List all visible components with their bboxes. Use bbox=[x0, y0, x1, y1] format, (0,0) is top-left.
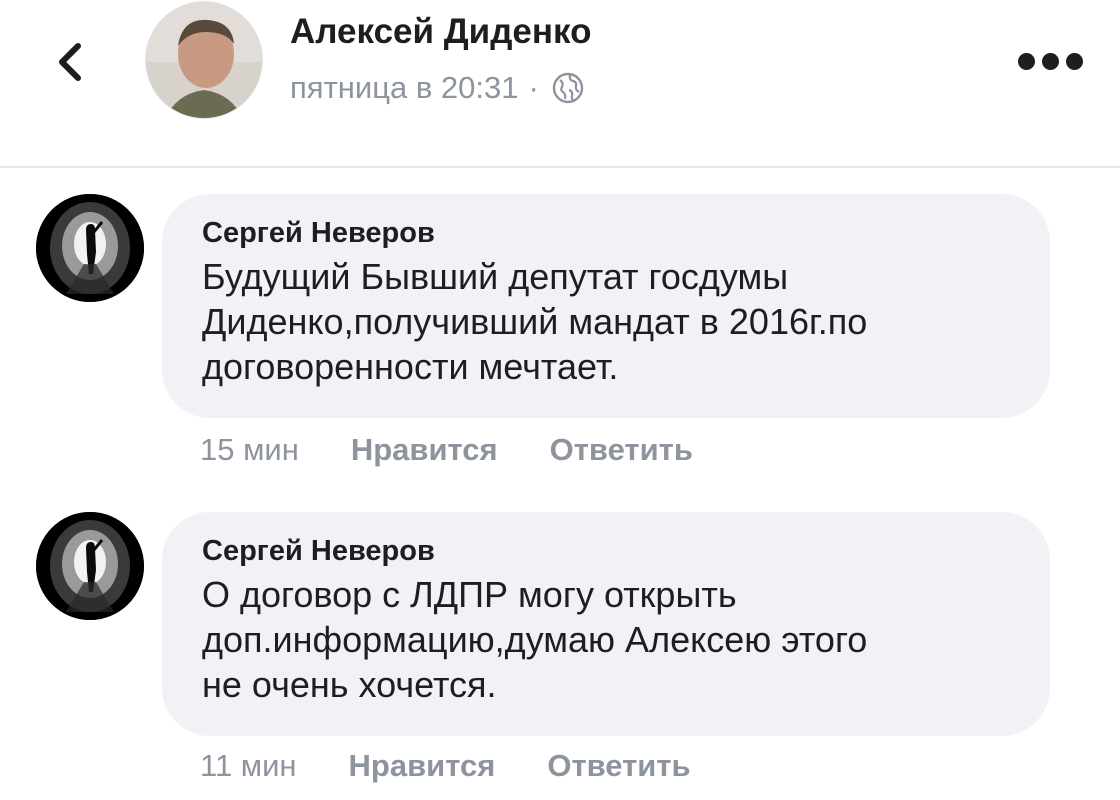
more-options-button[interactable] bbox=[1018, 48, 1088, 74]
more-dot bbox=[1042, 52, 1059, 70]
author-avatar[interactable] bbox=[146, 2, 262, 118]
post-meta: пятница в 20:31 · bbox=[290, 70, 585, 106]
chevron-left-icon bbox=[59, 43, 81, 81]
back-button[interactable] bbox=[48, 38, 96, 86]
author-avatar-image bbox=[146, 2, 262, 118]
comment-text: О договор с ЛДПР могу открыть доп.информ… bbox=[202, 574, 868, 705]
comment-author[interactable]: Сергей Неверов bbox=[202, 216, 1010, 250]
meta-separator: · bbox=[528, 70, 539, 105]
reply-button[interactable]: Ответить bbox=[550, 432, 693, 468]
commenter-avatar-image bbox=[36, 512, 144, 620]
post-timestamp[interactable]: пятница в 20:31 bbox=[290, 70, 518, 106]
comment-author[interactable]: Сергей Неверов bbox=[202, 534, 1010, 568]
commenter-avatar-image bbox=[36, 194, 144, 302]
comment-text: Будущий Бывший депутат госдумы Диденко,п… bbox=[202, 256, 868, 387]
commenter-avatar[interactable] bbox=[36, 194, 144, 302]
author-name[interactable]: Алексей Диденко bbox=[290, 12, 591, 52]
post-header: Алексей Диденко пятница в 20:31 · bbox=[0, 0, 1120, 168]
like-button[interactable]: Нравится bbox=[349, 748, 496, 784]
comment-actions: 11 мин Нравится Ответить bbox=[200, 748, 691, 784]
more-dot bbox=[1018, 52, 1035, 70]
comment-time[interactable]: 15 мин bbox=[200, 432, 299, 468]
more-dot bbox=[1066, 52, 1083, 70]
comment-time[interactable]: 11 мин bbox=[200, 748, 297, 784]
like-button[interactable]: Нравится bbox=[351, 432, 498, 468]
commenter-avatar[interactable] bbox=[36, 512, 144, 620]
comment-bubble[interactable]: Сергей Неверов О договор с ЛДПР могу отк… bbox=[162, 512, 1050, 736]
reply-button[interactable]: Ответить bbox=[547, 748, 690, 784]
comment-bubble[interactable]: Сергей Неверов Будущий Бывший депутат го… bbox=[162, 194, 1050, 418]
header-divider bbox=[0, 166, 1120, 168]
comment-actions: 15 мин Нравится Ответить bbox=[200, 432, 693, 468]
globe-icon bbox=[552, 72, 584, 104]
